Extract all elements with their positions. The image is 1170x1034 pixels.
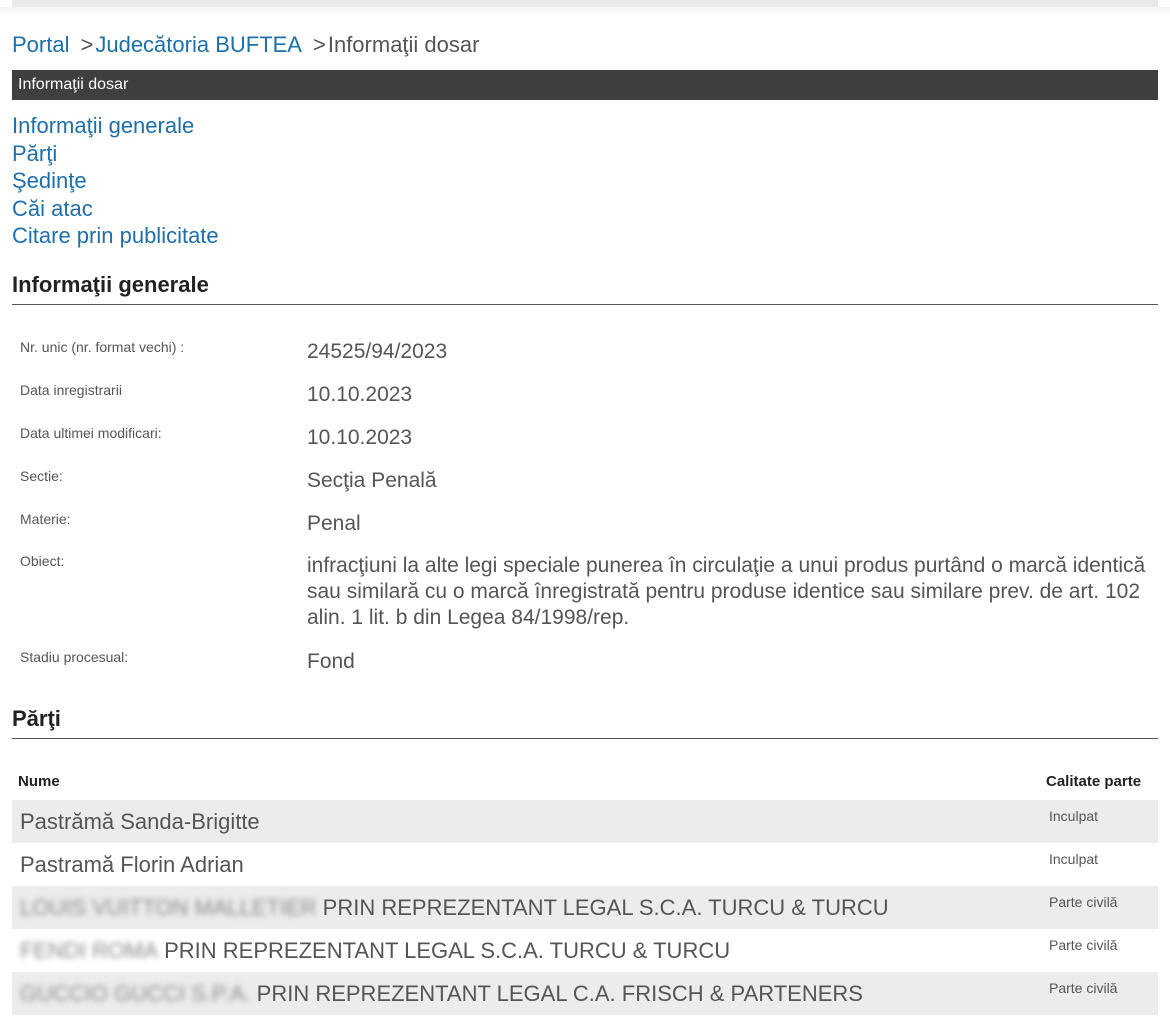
- parti-heading: Părţi: [12, 705, 1158, 739]
- info-label: Nr. unic (nr. format vechi) :: [20, 339, 185, 355]
- table-row: Pastramă Florin Adrian Inculpat: [12, 843, 1158, 886]
- anchor-nav: Informaţii generale Părţi Şedinţe Căi at…: [12, 112, 412, 250]
- party-name-text: Pastramă Florin Adrian: [20, 852, 244, 877]
- breadcrumb-separator: >: [80, 32, 94, 57]
- section-title-bar: Informaţii dosar: [12, 70, 1158, 100]
- party-role: Parte civilă: [1049, 937, 1118, 953]
- anchor-link-cai-atac[interactable]: Căi atac: [12, 195, 412, 223]
- table-row: LOUIS VUITTON MALLETIER PRIN REPREZENTANT…: [12, 886, 1158, 929]
- anchor-link-parti[interactable]: Părţi: [12, 140, 412, 168]
- top-shadow: [0, 7, 1170, 17]
- info-value: 10.10.2023: [307, 426, 413, 449]
- breadcrumb-portal-link[interactable]: Portal: [12, 32, 69, 57]
- breadcrumb-court-link[interactable]: Judecătoria BUFTEA: [95, 32, 302, 57]
- table-row: Pastrămă Sanda-Brigitte Inculpat: [12, 800, 1158, 843]
- info-label: Stadiu procesual:: [20, 649, 129, 665]
- redacted-party-name: FENDI ROMA: [20, 938, 159, 963]
- info-label: Data ultimei modificari:: [20, 425, 162, 441]
- party-name: Pastrămă Sanda-Brigitte: [20, 809, 260, 835]
- info-value: Fond: [307, 650, 355, 673]
- party-name-text: PRIN REPREZENTANT LEGAL C.A. FRISCH & PA…: [256, 981, 863, 1006]
- party-name-text: PRIN REPREZENTANT LEGAL S.C.A. TURCU & T…: [322, 895, 889, 920]
- table-row: FENDI ROMA PRIN REPREZENTANT LEGAL S.C.A.…: [12, 929, 1158, 972]
- breadcrumb-current: Informaţii dosar: [327, 32, 480, 57]
- info-value: Secţia Penală: [307, 469, 437, 492]
- info-value: Penal: [307, 512, 361, 535]
- breadcrumb: Portal >Judecătoria BUFTEA >Informaţii dos…: [12, 31, 479, 59]
- party-name-text: Pastrămă Sanda-Brigitte: [20, 809, 260, 834]
- breadcrumb-separator: >: [312, 32, 326, 57]
- party-role: Parte civilă: [1049, 894, 1118, 910]
- party-name: GUCCIO GUCCI S.P.A. PRIN REPREZENTANT LEG…: [20, 981, 863, 1007]
- info-label: Obiect:: [20, 553, 65, 569]
- info-label: Data inregistrarii: [20, 382, 122, 398]
- info-label: Sectie:: [20, 468, 63, 484]
- anchor-link-citare[interactable]: Citare prin publicitate: [12, 222, 412, 250]
- party-name: FENDI ROMA PRIN REPREZENTANT LEGAL S.C.A.…: [20, 938, 730, 964]
- info-value: 10.10.2023: [307, 383, 413, 406]
- redacted-party-name: GUCCIO GUCCI S.P.A.: [20, 981, 251, 1006]
- column-header-calitate: Calitate parte: [1046, 773, 1142, 790]
- info-value: 24525/94/2023: [307, 340, 448, 363]
- top-bar: [12, 0, 1158, 7]
- general-heading: Informaţii generale: [12, 271, 1158, 305]
- party-role: Inculpat: [1049, 808, 1099, 824]
- party-name: Pastramă Florin Adrian: [20, 852, 244, 878]
- party-name: LOUIS VUITTON MALLETIER PRIN REPREZENTANT…: [20, 895, 889, 921]
- anchor-link-general[interactable]: Informaţii generale: [12, 112, 412, 140]
- party-role: Inculpat: [1049, 851, 1099, 867]
- table-row: GUCCIO GUCCI S.P.A. PRIN REPREZENTANT LEG…: [12, 972, 1158, 1015]
- redacted-party-name: LOUIS VUITTON MALLETIER: [20, 895, 317, 920]
- party-name-text: PRIN REPREZENTANT LEGAL S.C.A. TURCU & T…: [164, 938, 731, 963]
- info-label: Materie:: [20, 511, 71, 527]
- info-value: infracţiuni la alte legi speciale punere…: [307, 554, 1146, 629]
- party-role: Parte civilă: [1049, 980, 1118, 996]
- column-header-nume: Nume: [18, 773, 60, 790]
- anchor-link-sedinte[interactable]: Şedinţe: [12, 167, 412, 195]
